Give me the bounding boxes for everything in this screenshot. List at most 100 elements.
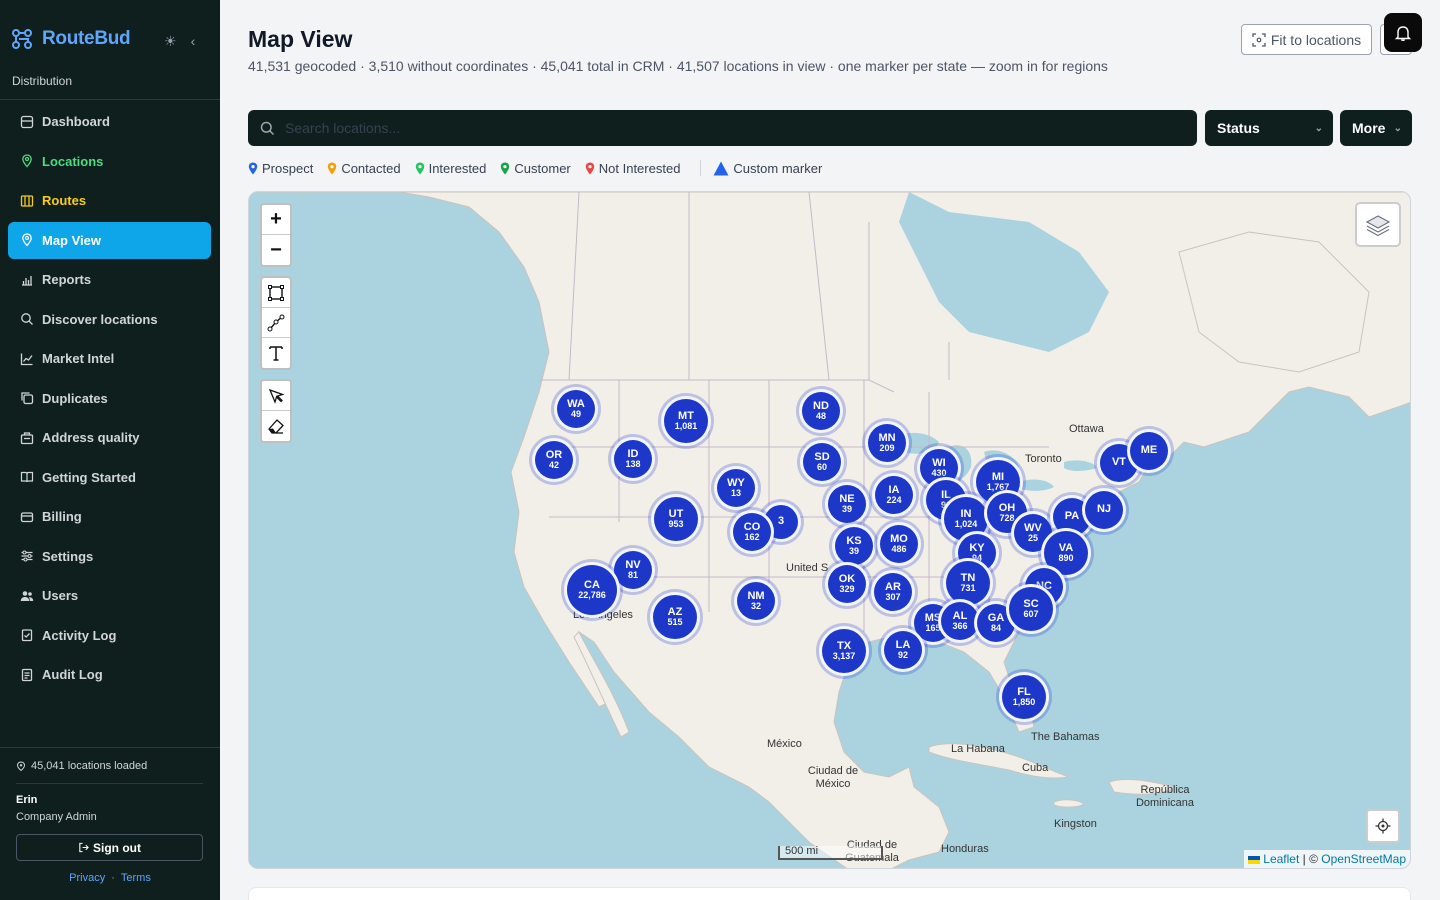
map-place-label: La Habana [951,743,1005,755]
cluster-count: 953 [668,519,684,530]
file-icon [21,668,33,681]
sidebar-item-duplicates[interactable]: Duplicates [8,380,211,417]
legend-item[interactable]: Customer [500,161,571,176]
cluster-count: 81 [627,570,638,581]
line-chart-icon [20,353,33,365]
leaflet-link[interactable]: Leaflet [1263,852,1299,866]
search-input[interactable] [285,120,1185,136]
cluster-marker-mn[interactable]: MN 209 [865,421,909,465]
cluster-marker-ok[interactable]: OK 329 [825,562,869,606]
map-place-label: Ottawa [1069,423,1104,435]
cluster-marker-wa[interactable]: WA 49 [554,387,598,431]
cluster-marker-fl[interactable]: FL 1,850 [999,672,1049,722]
locations-loaded-text: 45,041 locations loaded [31,760,148,772]
terms-link[interactable]: Terms [121,872,151,884]
sidebar-item-map-view[interactable]: Map View [8,221,211,259]
map-canvas[interactable]: OttawaTorontoUnited SLos AngelesMéxicoCi… [248,191,1411,869]
cluster-marker-ia[interactable]: IA 224 [872,473,916,517]
sidebar-item-dashboard[interactable]: Dashboard [8,103,211,140]
more-select[interactable]: More ⌄ [1340,110,1412,146]
sidebar-item-billing[interactable]: Billing [8,498,211,535]
cluster-marker-ar[interactable]: AR 307 [871,570,915,614]
legend-item[interactable]: Contacted [327,161,401,176]
draw-rectangle-button[interactable] [262,278,290,308]
legend-item[interactable]: Not Interested [585,161,680,176]
map-place-label: Ciudad de México [807,765,859,790]
cluster-count: 329 [839,584,855,595]
cluster-marker-or[interactable]: OR 42 [532,438,576,482]
logout-icon [79,842,89,853]
cluster-marker-tx[interactable]: TX 3,137 [819,626,869,676]
status-pin-icon [248,162,258,174]
cluster-marker-la[interactable]: LA 92 [881,628,925,672]
bar-chart-icon [22,275,32,286]
osm-link[interactable]: OpenStreetMap [1321,852,1406,866]
cluster-count: 42 [548,460,559,471]
cluster-marker-ks[interactable]: KS 39 [832,524,876,568]
locate-me-button[interactable] [1366,809,1400,843]
cluster-marker-nj[interactable]: NJ [1082,488,1126,532]
cluster-count: 138 [625,459,641,470]
collapse-sidebar-icon[interactable]: ‹ [191,33,196,50]
map-place-label: United S [786,562,829,574]
theme-toggle-icon[interactable]: ☀ [164,33,177,50]
sidebar-item-routes[interactable]: Routes [8,182,211,219]
fit-to-locations-button[interactable]: Fit to locations [1241,24,1372,55]
sidebar-item-activity-log[interactable]: Activity Log [8,617,211,654]
legend-item[interactable]: Prospect [248,161,313,176]
sidebar-item-getting-started[interactable]: Getting Started [8,459,211,496]
pin-icon [22,233,32,247]
sidebar-item-locations[interactable]: Locations [8,143,211,180]
cluster-marker-id[interactable]: ID 138 [611,437,655,481]
cluster-marker-sd[interactable]: SD 60 [800,440,844,484]
cluster-marker-az[interactable]: AZ 515 [650,592,700,642]
cluster-marker-ca[interactable]: CA 22,786 [564,562,620,618]
triangle-icon [713,161,729,175]
sidebar-item-label: Market Intel [42,351,115,366]
cluster-marker-sc[interactable]: SC 607 [1006,584,1056,634]
sidebar-item-discover-locations[interactable]: Discover locations [8,301,211,338]
status-select-label: Status [1217,120,1260,136]
search-bar[interactable] [248,110,1197,146]
cluster-marker-nd[interactable]: ND 48 [799,389,843,433]
brand[interactable]: RouteBud [12,28,131,50]
cluster-count: 728 [999,513,1015,524]
user-role: Company Admin [16,811,97,823]
cluster-marker-wy[interactable]: WY 13 [714,466,758,510]
sidebar-item-reports[interactable]: Reports [8,261,211,298]
cluster-marker-mo[interactable]: MO 486 [877,522,921,566]
sidebar-item-label: Discover locations [42,311,158,327]
sign-out-button[interactable]: Sign out [16,834,203,861]
users-icon [20,590,34,601]
map-attribution: Leaflet | © OpenStreetMap [1243,850,1410,868]
sidebar-item-settings[interactable]: Settings [8,538,211,575]
cluster-marker-me[interactable]: ME [1127,429,1171,473]
privacy-link[interactable]: Privacy [69,872,105,884]
layers-button[interactable] [1355,202,1401,247]
sidebar-item-users[interactable]: Users [8,577,211,614]
cluster-count: 3,137 [832,651,856,662]
erase-shape-button[interactable] [262,411,290,441]
sidebar-item-label: Map View [42,232,102,248]
status-select[interactable]: Status ⌄ [1205,110,1333,146]
cluster-marker-mt[interactable]: MT 1,081 [661,396,711,446]
sidebar-item-address-quality[interactable]: Address quality [8,419,211,456]
cluster-marker-co[interactable]: CO 162 [730,510,774,554]
legend-item-custom-marker[interactable]: Custom marker [713,161,822,176]
sidebar-item-market-intel[interactable]: Market Intel [8,340,211,377]
edit-shape-button[interactable] [262,381,290,411]
cluster-marker-ne[interactable]: NE 39 [825,482,869,526]
sidebar-item-audit-log[interactable]: Audit Log [8,656,211,693]
notifications-button[interactable] [1384,13,1422,52]
draw-line-button[interactable] [262,308,290,338]
legend-item[interactable]: Interested [415,161,486,176]
map-place-label: Toronto [1025,453,1062,465]
cluster-marker-nm[interactable]: NM 32 [734,579,778,623]
zoom-in-button[interactable]: + [262,205,290,235]
zoom-out-button[interactable]: − [262,235,290,265]
sidebar: RouteBud ☀ ‹ Distribution Dashboard Locat… [0,0,220,900]
draw-text-button[interactable] [262,338,290,368]
attribution-separator: | © [1299,852,1322,866]
cluster-count: 49 [570,409,581,420]
cluster-marker-ut[interactable]: UT 953 [651,494,701,544]
